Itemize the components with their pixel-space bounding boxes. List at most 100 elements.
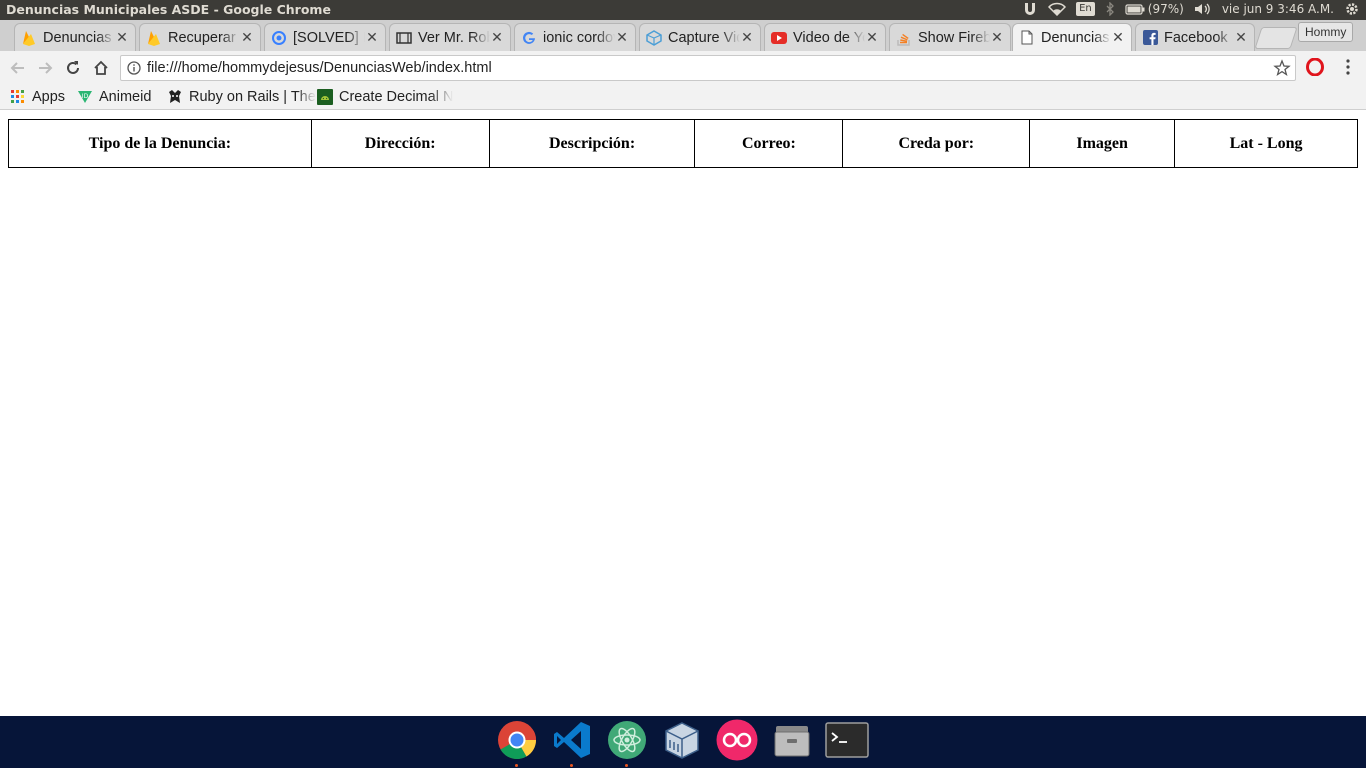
dock xyxy=(0,716,1366,768)
bluetooth-icon[interactable] xyxy=(1105,2,1115,16)
tab-title: Ver Mr. Robot xyxy=(418,29,490,46)
files-icon xyxy=(774,726,810,757)
dock-files[interactable] xyxy=(770,718,814,762)
battery-indicator[interactable]: (97%) xyxy=(1125,2,1184,16)
close-icon[interactable]: ✕ xyxy=(990,29,1004,46)
battery-icon xyxy=(1125,3,1145,15)
dock-atom[interactable] xyxy=(605,718,649,767)
tab-title: Capture Video xyxy=(668,29,740,46)
tab[interactable]: Recuperar contraseña ✕ xyxy=(139,23,261,51)
new-tab-button[interactable] xyxy=(1254,27,1298,49)
close-icon[interactable]: ✕ xyxy=(490,29,504,46)
address-bar[interactable]: file:///home/hommydejesus/DenunciasWeb/i… xyxy=(120,55,1296,81)
gear-icon[interactable] xyxy=(1344,1,1360,17)
facebook-icon xyxy=(1142,30,1158,46)
reload-button[interactable] xyxy=(62,57,84,79)
tab[interactable]: Denuncias Municipales ASDE ✕ xyxy=(14,23,136,51)
tab[interactable]: [SOLVED] Ionic ✕ xyxy=(264,23,386,51)
running-indicator xyxy=(625,764,628,767)
tab[interactable]: Ver Mr. Robot ✕ xyxy=(389,23,511,51)
volume-icon[interactable] xyxy=(1194,2,1212,16)
close-icon[interactable]: ✕ xyxy=(365,29,379,46)
atom-icon xyxy=(608,721,646,759)
firebase-icon xyxy=(21,30,37,46)
info-icon[interactable] xyxy=(127,61,141,75)
cordova-icon xyxy=(646,29,662,46)
close-icon[interactable]: ✕ xyxy=(615,29,629,46)
bookmarks-bar: Apps ID Animeid Ruby on Rails | The Crea… xyxy=(0,85,1366,110)
star-icon[interactable] xyxy=(1273,59,1291,77)
bookmark-label: Ruby on Rails | The xyxy=(189,89,316,105)
tab-title: Denuncias Municipales ASDE xyxy=(43,29,115,46)
ubuntu-one-icon[interactable] xyxy=(1022,1,1038,17)
wifi-icon[interactable] xyxy=(1048,2,1067,16)
tab[interactable]: Facebook ✕ xyxy=(1135,23,1255,51)
bookmark-animeid[interactable]: ID Animeid xyxy=(77,87,151,107)
arrow-right-icon xyxy=(39,62,53,74)
opera-vpn-icon[interactable] xyxy=(1306,58,1324,76)
column-header-lat-long: Lat - Long xyxy=(1174,119,1358,168)
tab[interactable]: Show Firebase ✕ xyxy=(889,23,1011,51)
tab[interactable]: Video de YouTube ✕ xyxy=(764,23,886,51)
close-icon[interactable]: ✕ xyxy=(240,29,254,46)
more-vert-icon[interactable] xyxy=(1340,58,1356,76)
tab[interactable]: Capture Video ✕ xyxy=(639,23,761,51)
column-header-imagen: Imagen xyxy=(1029,119,1176,168)
rails-icon xyxy=(167,89,183,105)
column-header-correo: Correo: xyxy=(694,119,844,168)
chrome-icon xyxy=(498,721,537,760)
column-header-creada-por: Creda por: xyxy=(842,119,1031,168)
bookmark-ruby-on-rails[interactable]: Ruby on Rails | The xyxy=(167,87,316,107)
animeid-icon: ID xyxy=(77,89,93,105)
column-header-direccion: Dirección: xyxy=(310,119,490,168)
close-icon[interactable]: ✕ xyxy=(1234,29,1248,46)
window-title: Denuncias Municipales ASDE - Google Chro… xyxy=(6,2,331,17)
tab-title: Facebook xyxy=(1164,29,1228,46)
column-header-descripcion: Descripción: xyxy=(488,119,696,168)
virtualbox-icon xyxy=(665,722,699,759)
dock-vscode[interactable] xyxy=(550,718,594,767)
denuncias-table: Tipo de la Denuncia: Dirección: Descripc… xyxy=(8,119,1358,168)
dock-chrome[interactable] xyxy=(495,718,539,767)
home-button[interactable] xyxy=(90,57,112,79)
browser-toolbar: file:///home/hommydejesus/DenunciasWeb/i… xyxy=(0,51,1366,85)
keyboard-layout-indicator[interactable]: En xyxy=(1076,2,1095,16)
system-indicators: En (97%) vie jun 9 3:46 A.M. xyxy=(1022,1,1360,17)
arrow-left-icon xyxy=(10,62,24,74)
tab-title: Video de YouTube xyxy=(793,29,865,46)
bookmark-label: Create Decimal N xyxy=(339,89,454,105)
forward-button[interactable] xyxy=(34,57,56,79)
profile-button[interactable]: Hommy xyxy=(1298,22,1354,42)
back-button[interactable] xyxy=(7,57,29,79)
system-top-bar: Denuncias Municipales ASDE - Google Chro… xyxy=(0,0,1366,20)
close-icon[interactable]: ✕ xyxy=(740,29,754,46)
ionic-icon xyxy=(271,30,287,46)
dock-flickr[interactable] xyxy=(715,718,759,762)
running-indicator xyxy=(570,764,573,767)
bookmark-apps[interactable]: Apps xyxy=(10,87,65,107)
tab-title: Recuperar contraseña xyxy=(168,29,240,46)
svg-text:ID: ID xyxy=(82,93,89,100)
bookmark-label: Animeid xyxy=(99,89,152,105)
dock-virtualbox[interactable] xyxy=(660,718,704,762)
tab-active[interactable]: Denuncias Municipales ASDE ✕ xyxy=(1012,23,1132,51)
close-icon[interactable]: ✕ xyxy=(865,29,879,46)
tab[interactable]: ionic cordova ✕ xyxy=(514,23,636,51)
running-indicator xyxy=(515,764,518,767)
close-icon[interactable]: ✕ xyxy=(1111,29,1125,46)
home-icon xyxy=(94,60,108,75)
firebase-icon xyxy=(146,30,162,46)
android-icon xyxy=(317,89,333,105)
youtube-icon xyxy=(771,30,787,46)
battery-percentage: (97%) xyxy=(1147,2,1184,16)
close-icon[interactable]: ✕ xyxy=(115,29,129,46)
tab-title: Denuncias Municipales ASDE xyxy=(1041,29,1111,46)
url-text[interactable]: file:///home/hommydejesus/DenunciasWeb/i… xyxy=(147,60,492,76)
table-header-row: Tipo de la Denuncia: Dirección: Descripc… xyxy=(8,119,1358,168)
vscode-icon xyxy=(554,722,590,758)
clock[interactable]: vie jun 9 3:46 A.M. xyxy=(1222,2,1334,16)
bookmark-create-decimal[interactable]: Create Decimal N xyxy=(317,87,453,107)
tab-title: Show Firebase xyxy=(918,29,990,46)
tab-title: ionic cordova xyxy=(543,29,615,46)
dock-terminal[interactable] xyxy=(825,718,869,762)
